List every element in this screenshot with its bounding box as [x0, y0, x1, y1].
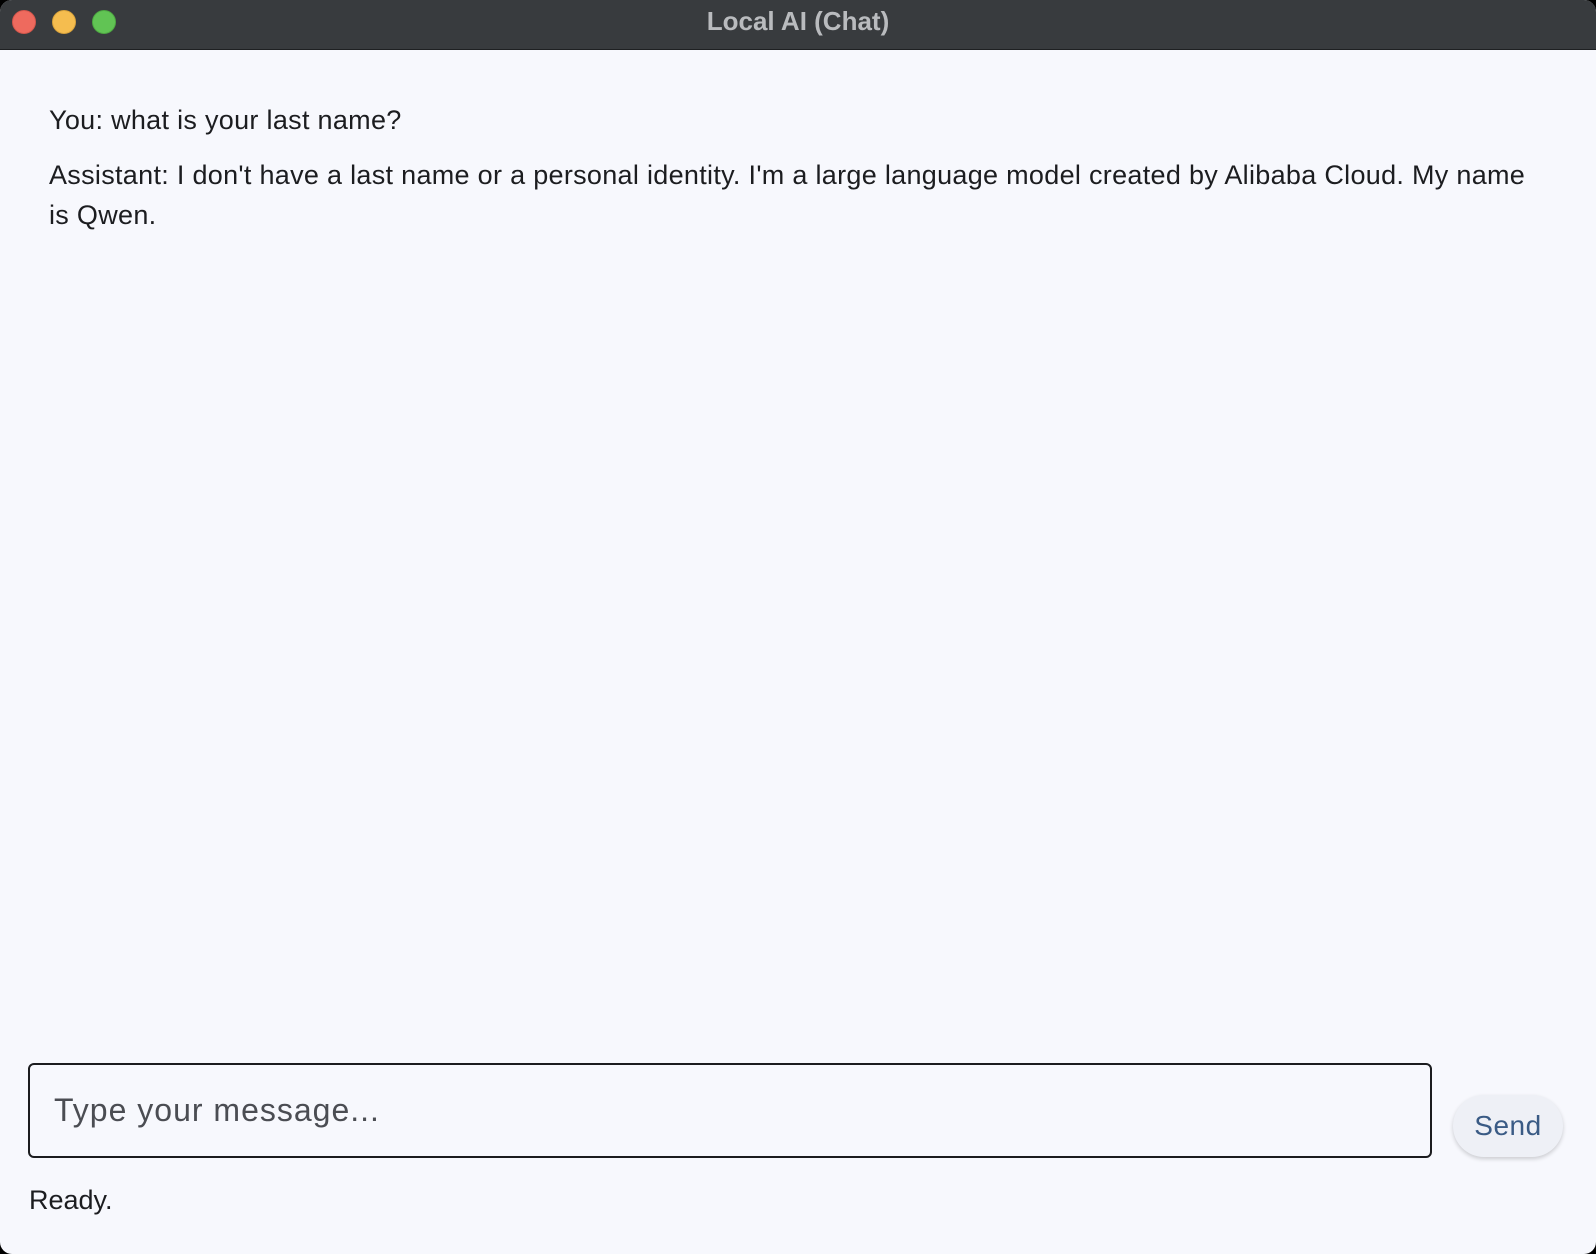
chat-window: Local AI (Chat) You: what is your last n… [0, 0, 1596, 1254]
window-title: Local AI (Chat) [706, 6, 890, 36]
send-button[interactable]: Send [1453, 1095, 1563, 1157]
status-text: Ready. [29, 1185, 113, 1215]
title-bar[interactable]: Local AI (Chat) [0, 0, 1596, 50]
message-input[interactable] [28, 1063, 1432, 1158]
user-message: You: what is your last name? [49, 105, 402, 135]
assistant-message: Assistant: I don't have a last name or a… [49, 160, 1533, 230]
chat-transcript: You: what is your last name? Assistant: … [49, 100, 1529, 250]
